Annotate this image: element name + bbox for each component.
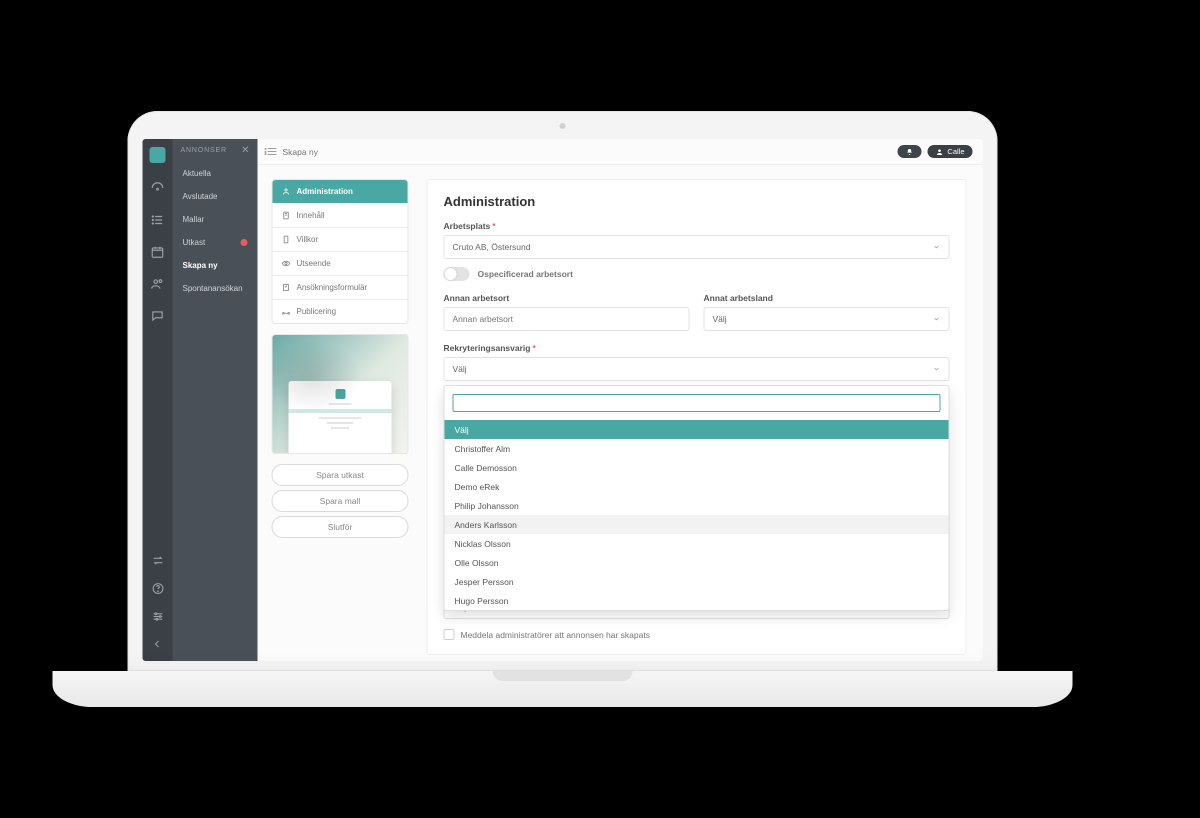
help-icon[interactable] <box>151 581 165 595</box>
transfer-icon[interactable] <box>151 553 165 567</box>
breadcrumb-icon <box>268 148 277 155</box>
section-title: Administration <box>444 194 950 209</box>
laptop-base <box>53 671 1073 707</box>
other-workplace-input[interactable] <box>444 307 690 331</box>
chevron-down-icon <box>933 315 941 323</box>
save-draft-button[interactable]: Spara utkast <box>272 464 409 486</box>
step-inneh-ll[interactable]: Innehåll <box>273 203 408 227</box>
nav-item-skapa-ny[interactable]: Skapa ny <box>173 254 258 277</box>
app-screen: ANNONSER ✕ AktuellaAvslutadeMallarUtkast… <box>143 139 983 661</box>
list-icon[interactable] <box>151 213 165 227</box>
ad-preview-thumbnail[interactable] <box>272 334 409 454</box>
laptop-mockup: ANNONSER ✕ AktuellaAvslutadeMallarUtkast… <box>128 111 1073 707</box>
nav-item-spontanansökan[interactable]: Spontanansökan <box>173 277 258 300</box>
breadcrumb: Skapa ny <box>283 147 318 157</box>
wizard-side-column: AdministrationInnehållVillkorUtseendeAns… <box>258 165 423 661</box>
nav-section-title: ANNONSER <box>181 147 227 154</box>
recruiter-search-input[interactable] <box>453 394 941 412</box>
workplace-select[interactable]: Cruto AB, Östersund <box>444 235 950 259</box>
app-logo <box>150 147 166 163</box>
dashboard-icon[interactable] <box>151 181 165 195</box>
step-villkor[interactable]: Villkor <box>273 227 408 251</box>
recruiter-option[interactable]: Anders Karlsson <box>445 515 949 534</box>
recruiter-option[interactable]: Jesper Persson <box>445 572 949 591</box>
users-icon[interactable] <box>151 277 165 291</box>
chevron-down-icon <box>933 243 941 251</box>
step-administration[interactable]: Administration <box>273 180 408 203</box>
nav-close-icon[interactable]: ✕ <box>241 145 249 156</box>
recruiter-option[interactable]: Välj <box>445 420 949 439</box>
notify-admins-checkbox[interactable]: Meddela administratörer att annonsen har… <box>444 629 950 640</box>
unspecified-workplace-toggle[interactable]: Ospecificerad arbetsort <box>444 267 950 281</box>
recruiter-label: Rekryteringsansvarig* <box>444 343 950 353</box>
nav-item-mallar[interactable]: Mallar <box>173 208 258 231</box>
user-menu[interactable]: Calle <box>927 145 972 158</box>
other-country-select[interactable]: Välj <box>704 307 950 331</box>
chat-icon[interactable] <box>151 309 165 323</box>
nav-item-avslutade[interactable]: Avslutade <box>173 185 258 208</box>
user-name: Calle <box>947 147 964 156</box>
recruiter-dropdown-panel: VäljChristoffer AlmCalle DemossonDemo eR… <box>444 385 950 611</box>
workplace-label: Arbetsplats* <box>444 221 950 231</box>
recruiter-option[interactable]: Hugo Persson <box>445 591 949 610</box>
save-template-button[interactable]: Spara mall <box>272 490 409 512</box>
calendar-icon[interactable] <box>151 245 165 259</box>
recruiter-option[interactable]: Christoffer Alm <box>445 439 949 458</box>
main-area: Skapa ny Calle Adm <box>258 139 983 661</box>
recruiter-option[interactable]: Calle Demosson <box>445 458 949 477</box>
badge-dot <box>241 239 248 246</box>
recruiter-option[interactable]: Nicklas Olsson <box>445 534 949 553</box>
camera-dot <box>560 123 566 129</box>
step-utseende[interactable]: Utseende <box>273 251 408 275</box>
step-publicering[interactable]: Publicering <box>273 299 408 323</box>
topbar: Skapa ny Calle <box>258 139 983 165</box>
other-country-label: Annat arbetsland <box>704 293 950 303</box>
notifications-button[interactable] <box>897 145 921 158</box>
chevron-down-icon <box>933 365 941 373</box>
administration-card: Administration Arbetsplats* Cruto AB, Ös… <box>427 179 967 655</box>
recruiter-option[interactable]: Olle Olsson <box>445 553 949 572</box>
form-content: Administration Arbetsplats* Cruto AB, Ös… <box>423 165 983 661</box>
nav-item-aktuella[interactable]: Aktuella <box>173 162 258 185</box>
wizard-steps: AdministrationInnehållVillkorUtseendeAns… <box>272 179 409 324</box>
collapse-icon[interactable] <box>151 637 165 651</box>
settings-icon[interactable] <box>151 609 165 623</box>
secondary-nav: ANNONSER ✕ AktuellaAvslutadeMallarUtkast… <box>173 139 258 661</box>
recruiter-select[interactable]: Välj <box>444 357 950 381</box>
recruiter-option[interactable]: Philip Johansson <box>445 496 949 515</box>
nav-item-utkast[interactable]: Utkast <box>173 231 258 254</box>
recruiter-option[interactable]: Demo eRek <box>445 477 949 496</box>
step-ans-kningsformul-r[interactable]: Ansökningsformulär <box>273 275 408 299</box>
other-workplace-label: Annan arbetsort <box>444 293 690 303</box>
finish-button[interactable]: Slutför <box>272 516 409 538</box>
icon-rail <box>143 139 173 661</box>
